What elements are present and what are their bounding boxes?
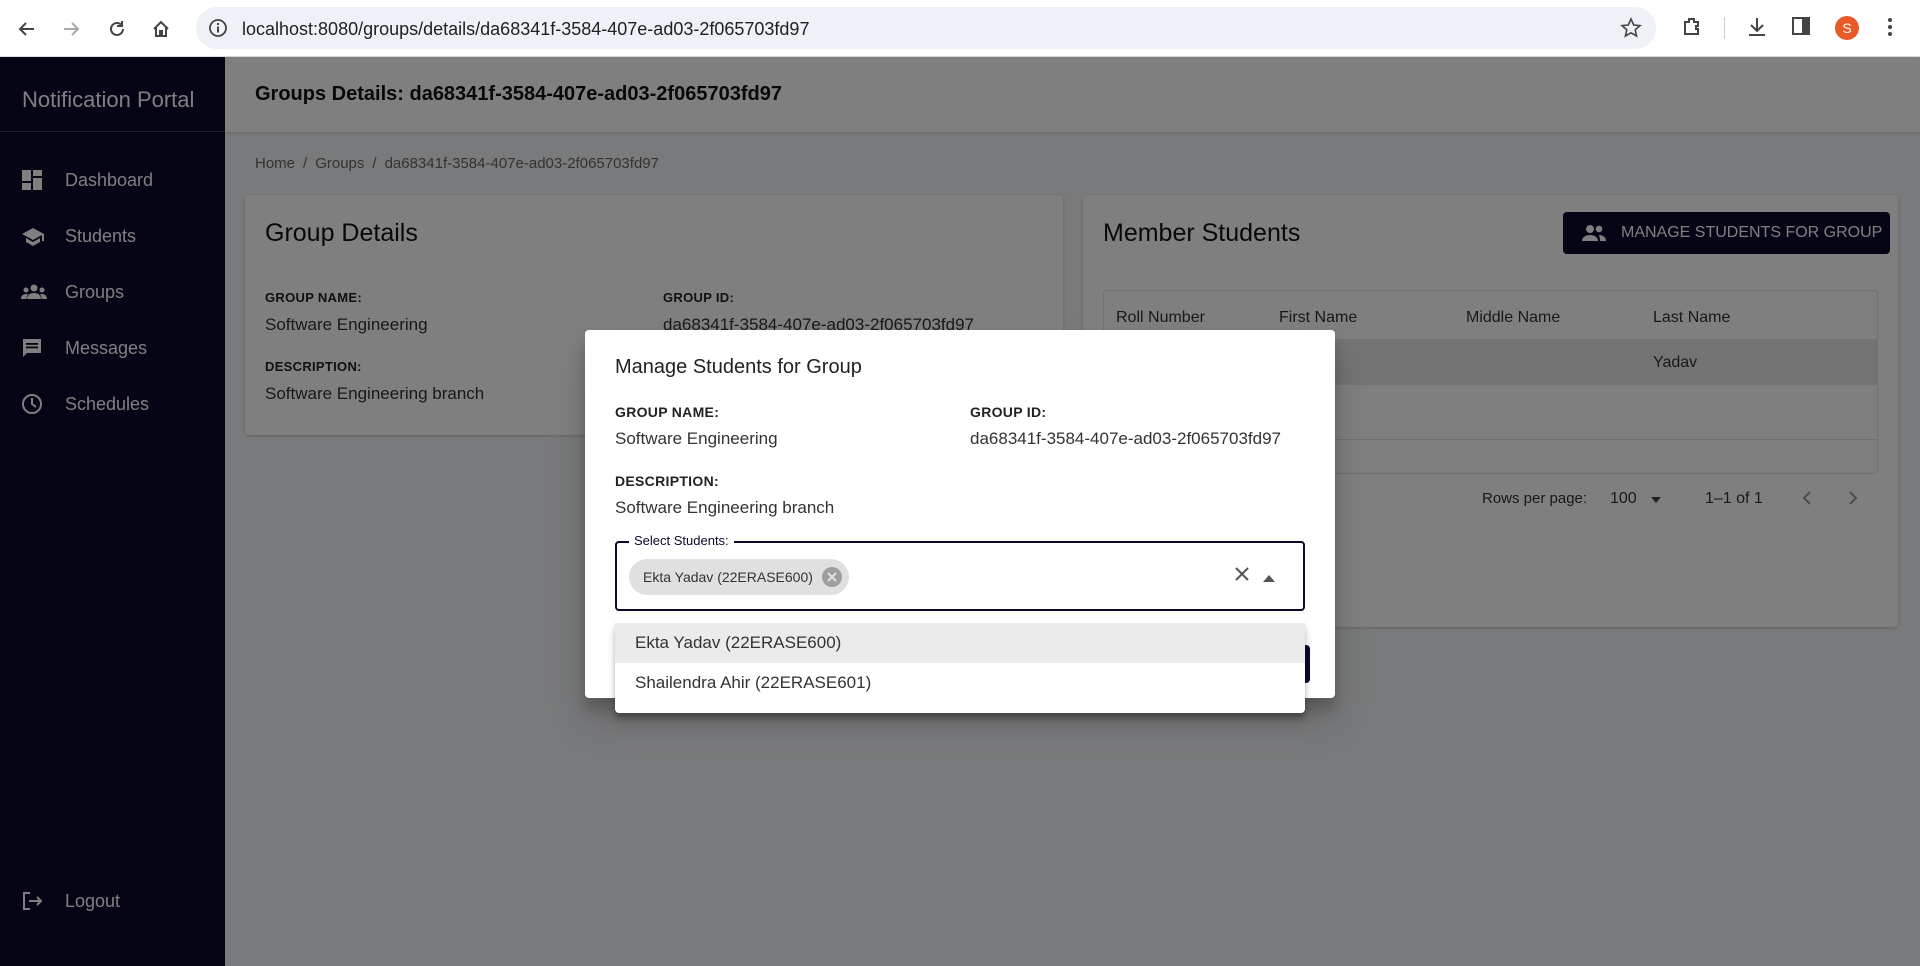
side-panel-icon[interactable] (1790, 15, 1812, 42)
dropdown-up-icon[interactable] (1263, 570, 1275, 588)
student-option[interactable]: Ekta Yadav (22ERASE600) (615, 623, 1305, 663)
site-info-icon[interactable] (208, 18, 228, 43)
address-bar[interactable]: localhost:8080/groups/details/da68341f-3… (196, 7, 1656, 49)
dialog-description-label: DESCRIPTION: (615, 473, 719, 489)
student-option[interactable]: Shailendra Ahir (22ERASE601) (615, 663, 1305, 703)
extensions-icon[interactable] (1680, 15, 1704, 44)
home-icon[interactable] (146, 14, 176, 44)
more-menu-icon[interactable] (1886, 15, 1894, 44)
selected-student-chip[interactable]: Ekta Yadav (22ERASE600) (629, 559, 849, 595)
profile-avatar[interactable]: S (1835, 16, 1859, 40)
toolbar-divider (1724, 17, 1725, 39)
dialog-group-id-value: da68341f-3584-407e-ad03-2f065703fd97 (970, 429, 1281, 448)
chip-label: Ekta Yadav (22ERASE600) (643, 569, 813, 585)
select-students-label: Select Students: (629, 533, 734, 548)
bookmark-star-icon[interactable] (1620, 17, 1642, 44)
dialog-description-value: Software Engineering branch (615, 498, 835, 517)
dialog-title: Manage Students for Group (615, 356, 862, 378)
url-text: localhost:8080/groups/details/da68341f-3… (242, 19, 810, 39)
select-students-input[interactable]: Select Students: Ekta Yadav (22ERASE600) (615, 533, 1305, 611)
student-options-listbox: Ekta Yadav (22ERASE600) Shailendra Ahir … (615, 621, 1305, 713)
back-icon[interactable] (12, 14, 42, 44)
forward-icon[interactable] (56, 14, 86, 44)
reload-icon[interactable] (102, 14, 132, 44)
browser-toolbar: localhost:8080/groups/details/da68341f-3… (0, 0, 1920, 57)
clear-selection-icon[interactable] (1233, 565, 1251, 588)
dialog-group-name-label: GROUP NAME: (615, 404, 720, 420)
chip-remove-icon[interactable] (821, 566, 843, 588)
dialog-group-id-label: GROUP ID: (970, 404, 1047, 420)
dialog-group-name-value: Software Engineering (615, 429, 778, 448)
download-icon[interactable] (1745, 15, 1769, 44)
